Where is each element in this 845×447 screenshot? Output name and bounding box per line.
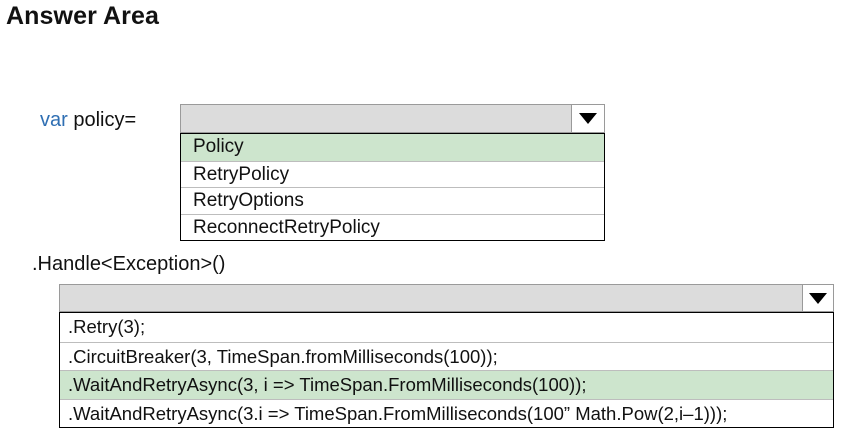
dropdown-option[interactable]: RetryOptions	[181, 187, 604, 214]
dropdown-option[interactable]: RetryPolicy	[181, 160, 604, 188]
dropdown-option[interactable]: .CircuitBreaker(3, TimeSpan.fromMillisec…	[60, 341, 833, 371]
policy-type-options: Policy RetryPolicy RetryOptions Reconnec…	[180, 133, 605, 241]
handle-exception-line: .Handle<Exception>()	[32, 253, 226, 275]
policy-type-dropdown[interactable]	[180, 104, 605, 133]
answer-area-title: Answer Area	[6, 2, 160, 30]
dropdown-option[interactable]: .Retry(3);	[60, 313, 833, 342]
retry-method-options: .Retry(3); .CircuitBreaker(3, TimeSpan.f…	[59, 312, 834, 428]
var-policy-line: var policy=	[40, 109, 136, 132]
dropdown-option[interactable]: ReconnectRetryPolicy	[181, 213, 604, 241]
dropdown-option[interactable]: Policy	[181, 134, 604, 161]
policy-assignment: policy=	[67, 109, 137, 131]
chevron-down-icon	[579, 113, 597, 124]
dropdown-arrow-button[interactable]	[571, 105, 604, 132]
retry-method-dropdown[interactable]	[59, 284, 834, 312]
dropdown-arrow-button[interactable]	[802, 285, 833, 311]
var-keyword: var	[40, 109, 68, 131]
dropdown-option[interactable]: .WaitAndRetryAsync(3.i => TimeSpan.FromM…	[60, 398, 833, 428]
chevron-down-icon	[809, 292, 827, 304]
dropdown-option[interactable]: .WaitAndRetryAsync(3, i => TimeSpan.From…	[60, 370, 833, 399]
